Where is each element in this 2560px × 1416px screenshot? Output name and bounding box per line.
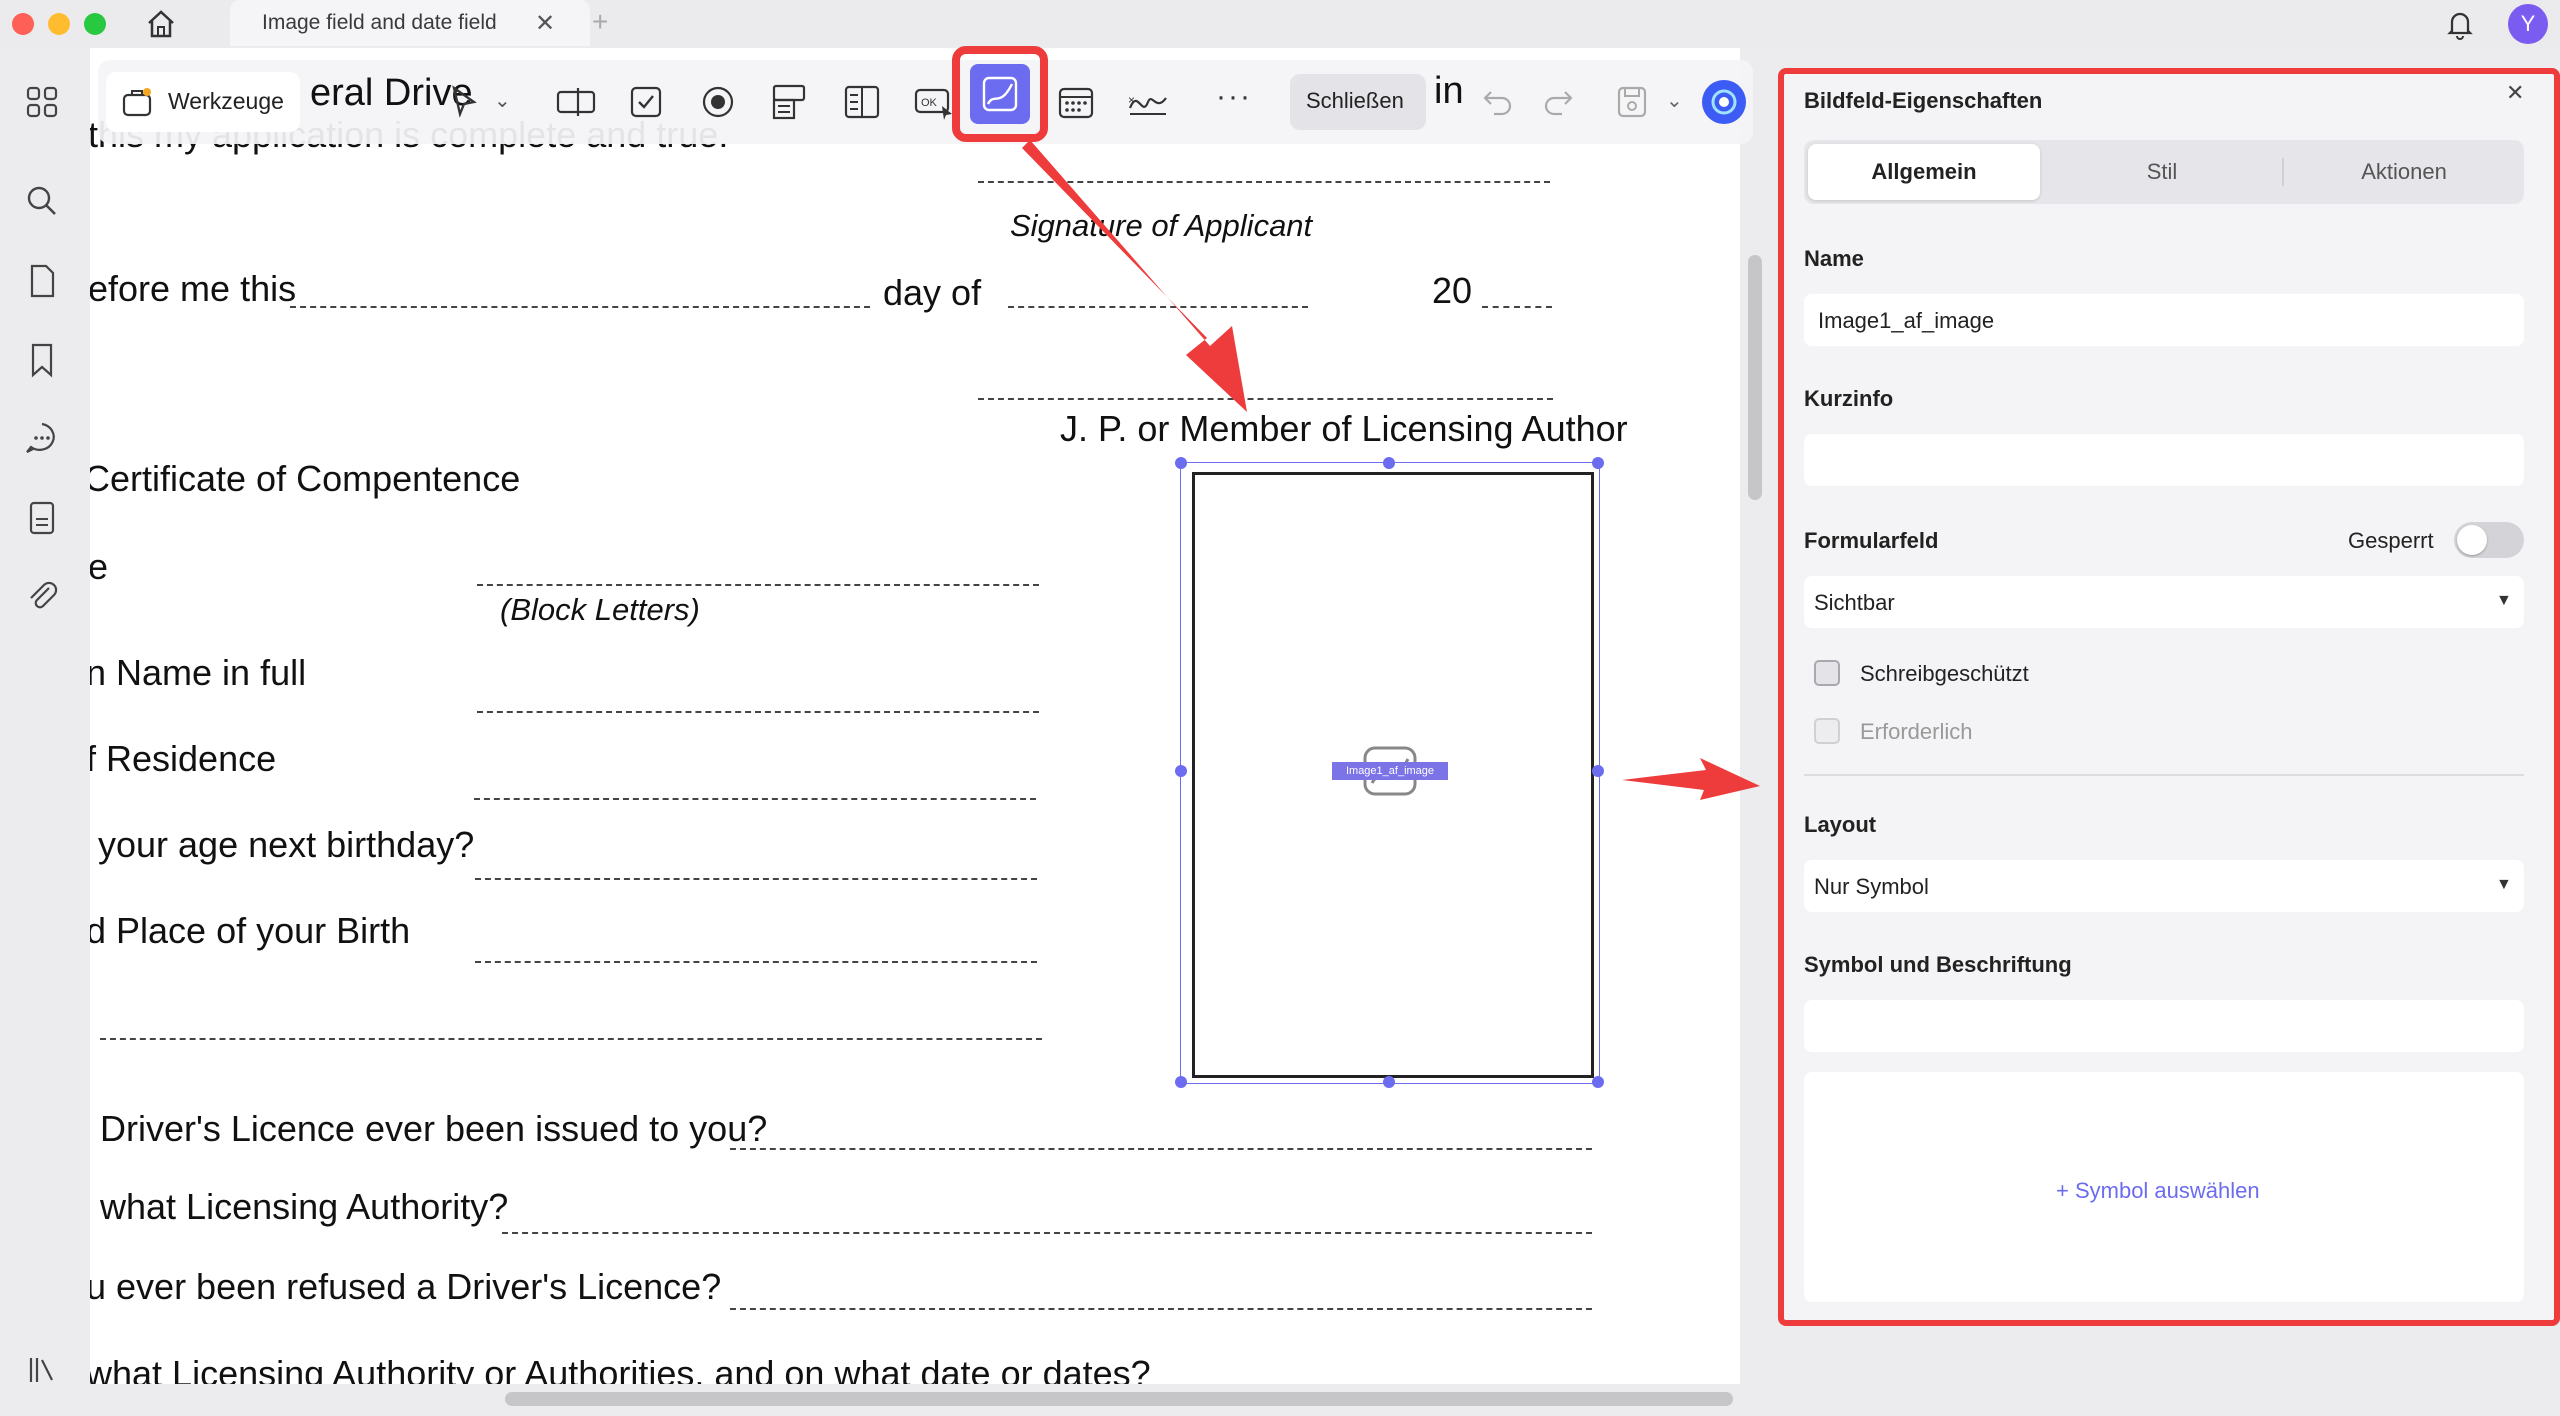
locked-toggle[interactable] [2454, 522, 2524, 558]
tab-aktionen[interactable]: Aktionen [2288, 144, 2520, 200]
tab-allgemein[interactable]: Allgemein [1808, 144, 2040, 200]
required-label: Erforderlich [1860, 719, 1973, 744]
dropdown-arrow-icon: ▼ [2496, 592, 2512, 609]
tab-divider [2282, 158, 2284, 186]
tooltip-input[interactable] [1804, 434, 2524, 486]
locked-label: Gesperrt [2348, 528, 2434, 553]
tab-stil[interactable]: Stil [2048, 144, 2276, 200]
name-value: Image1_af_image [1818, 308, 1995, 333]
visibility-select[interactable] [1804, 576, 2524, 628]
required-checkbox[interactable] [1814, 718, 1840, 744]
panel-divider [1804, 774, 2524, 776]
select-symbol-link[interactable]: + Symbol auswählen [2056, 1178, 2260, 1204]
formfield-label: Formularfeld [1804, 528, 1939, 553]
panel-close-icon[interactable]: ✕ [2506, 80, 2524, 106]
caption-input[interactable] [1804, 1000, 2524, 1052]
layout-label: Layout [1804, 812, 1877, 837]
toggle-knob [2457, 525, 2487, 555]
panel-title: Bildfeld-Eigenschaften [1804, 88, 2043, 113]
name-label: Name [1804, 246, 1864, 271]
tooltip-label: Kurzinfo [1804, 386, 1894, 411]
readonly-label: Schreibgeschützt [1860, 661, 2029, 686]
readonly-checkbox[interactable] [1814, 660, 1840, 686]
arrow-to-panel [1622, 758, 1760, 800]
layout-value: Nur Symbol [1814, 874, 1929, 899]
arrow-to-field [1022, 140, 1247, 412]
visibility-value: Sichtbar [1814, 590, 1895, 615]
symbol-caption-label: Symbol und Beschriftung [1804, 952, 2072, 977]
dropdown-arrow-icon: ▼ [2496, 876, 2512, 893]
